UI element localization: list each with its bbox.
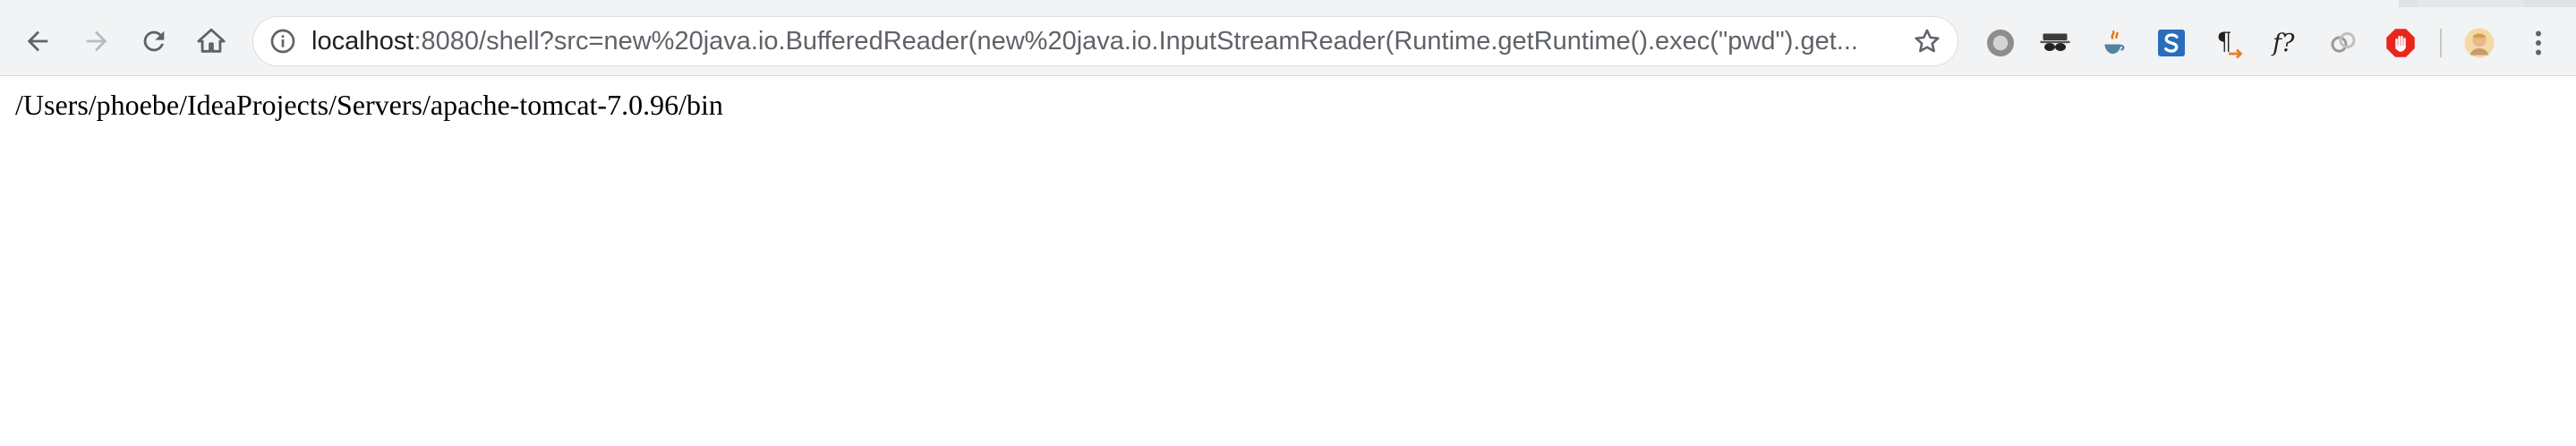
url-text[interactable]: localhost:8080/shell?src=new%20java.io.B… xyxy=(311,16,1887,66)
bookmark-star-icon[interactable] xyxy=(1912,26,1942,56)
address-bar[interactable]: localhost:8080/shell?src=new%20java.io.B… xyxy=(252,16,1958,66)
second-tab-edge[interactable] xyxy=(2417,0,2524,7)
pilcrow-arrow-icon: ¶ xyxy=(2217,29,2243,59)
url-host: localhost xyxy=(311,27,414,56)
stop-hand-icon xyxy=(2386,29,2415,57)
home-button[interactable] xyxy=(190,20,233,63)
page-content: /Users/phoebe/IdeaProjects/Servers/apach… xyxy=(0,76,2576,446)
toolbar-separator xyxy=(2440,29,2442,57)
profile-button[interactable] xyxy=(2463,27,2495,59)
browser-toolbar: localhost:8080/shell?src=new%20java.io.B… xyxy=(0,7,2576,76)
incognito-mask-icon xyxy=(2040,33,2070,51)
chrome-menu-button[interactable] xyxy=(2522,27,2555,59)
gray-circle-icon xyxy=(1987,30,2014,56)
forward-arrow-icon xyxy=(86,30,107,52)
java-cup-icon xyxy=(2104,30,2125,54)
extension-gray-circle[interactable] xyxy=(1984,27,2017,59)
active-tab-edge[interactable] xyxy=(0,0,2399,7)
extension-stop[interactable] xyxy=(2384,27,2417,59)
back-arrow-icon xyxy=(27,30,48,52)
back-button[interactable] xyxy=(16,20,59,63)
forward-button[interactable] xyxy=(75,20,118,63)
extension-incognito[interactable] xyxy=(2039,27,2071,59)
s-badge-icon xyxy=(2158,30,2185,56)
info-icon[interactable] xyxy=(269,27,297,56)
kebab-menu-icon xyxy=(2536,30,2541,56)
extension-s-badge[interactable] xyxy=(2155,27,2188,59)
extension-function[interactable]: f? xyxy=(2270,27,2302,59)
reload-icon xyxy=(143,30,165,52)
profile-avatar-icon xyxy=(2464,28,2495,58)
function-icon: f? xyxy=(2271,30,2295,57)
svg-text:¶: ¶ xyxy=(2217,29,2232,56)
extension-pilcrow[interactable]: ¶ xyxy=(2213,27,2245,59)
svg-text:f?: f? xyxy=(2271,30,2295,57)
reload-button[interactable] xyxy=(132,20,175,63)
chain-links-icon xyxy=(2331,32,2356,53)
extension-java[interactable] xyxy=(2098,27,2130,59)
url-path: :8080/shell?src=new%20java.io.BufferedRe… xyxy=(414,27,1858,56)
extension-chain[interactable] xyxy=(2327,27,2359,59)
home-icon xyxy=(197,28,226,53)
command-output: /Users/phoebe/IdeaProjects/Servers/apach… xyxy=(15,89,723,121)
